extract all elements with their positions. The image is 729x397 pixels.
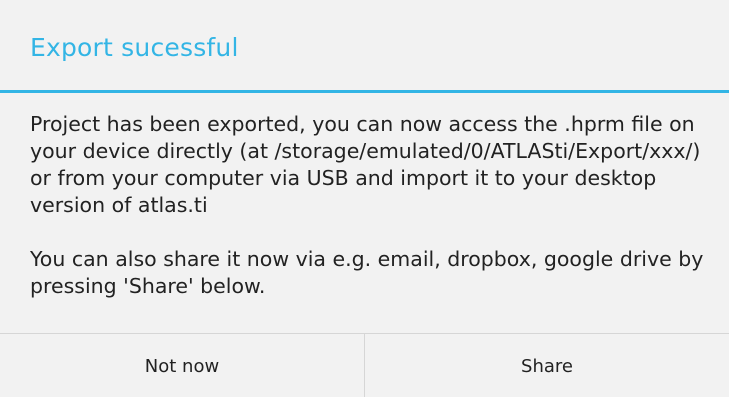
export-dialog: Export sucessful Project has been export… bbox=[0, 0, 729, 397]
message-paragraph-export-location: Project has been exported, you can now a… bbox=[30, 112, 701, 217]
share-button[interactable]: Share bbox=[364, 334, 729, 397]
dialog-title: Export sucessful bbox=[30, 32, 239, 62]
message-paragraph-share-hint: You can also share it now via e.g. email… bbox=[30, 247, 704, 298]
dialog-button-row: Not now Share bbox=[0, 333, 729, 397]
dialog-message: Project has been exported, you can now a… bbox=[0, 93, 729, 333]
not-now-button[interactable]: Not now bbox=[0, 334, 364, 397]
dialog-title-bar: Export sucessful bbox=[0, 0, 729, 93]
